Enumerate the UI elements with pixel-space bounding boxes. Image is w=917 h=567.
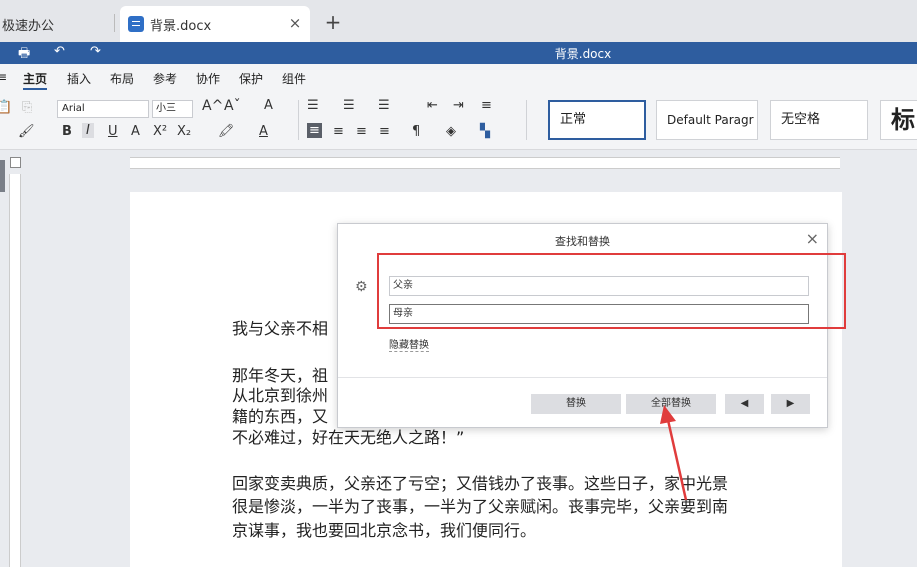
arrow-annotation <box>660 405 688 501</box>
